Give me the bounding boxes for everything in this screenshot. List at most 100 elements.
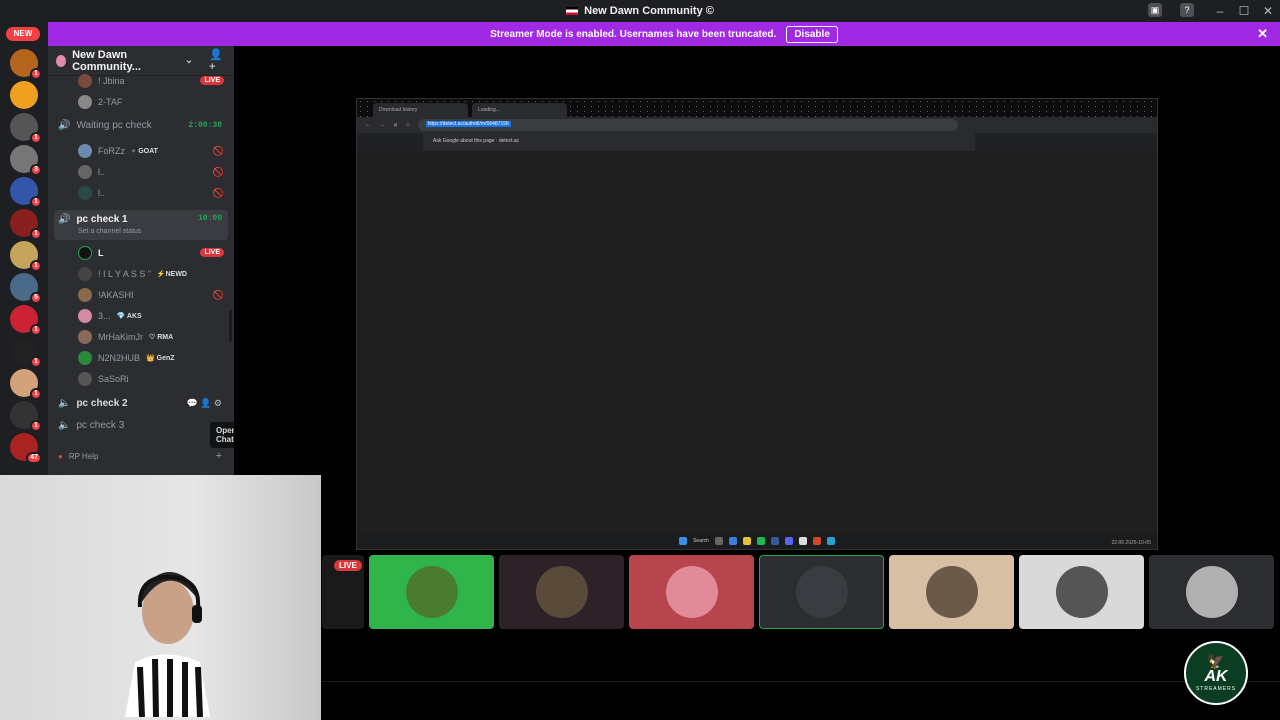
- live-badge: LIVE: [200, 76, 224, 85]
- app-icon[interactable]: [714, 537, 723, 545]
- channel-sidebar: New Dawn Community... ⌄ 👤+ ! Jbina LIVE …: [48, 46, 234, 476]
- server-icon[interactable]: 1: [10, 305, 42, 336]
- webcam-overlay: [0, 475, 321, 720]
- category-rp-help[interactable]: ● RP Help +: [54, 450, 228, 462]
- voice-user[interactable]: N2N2HUB 👑 GenZ: [78, 349, 175, 367]
- back-icon[interactable]: ←: [365, 122, 371, 128]
- disable-button[interactable]: Disable: [786, 25, 838, 43]
- scrollbar[interactable]: [229, 310, 232, 342]
- browser-tabs: Download history Loading...: [357, 99, 1157, 117]
- voice-user[interactable]: ! I L Y A S S ” ⚡NEWD: [78, 265, 187, 283]
- tooltip-open-chat: Open Chat: [210, 422, 234, 448]
- mention-count-badge: 1: [30, 228, 42, 240]
- avatar: [1055, 566, 1108, 618]
- mention-count-badge: 1: [30, 388, 42, 400]
- invite-icon[interactable]: 👤+: [209, 48, 226, 73]
- server-icon[interactable]: 47: [10, 433, 42, 464]
- tray-clock: 22:00 2025-10-05: [1111, 540, 1151, 546]
- speaker-icon: 🔈: [58, 420, 71, 431]
- close-window-icon[interactable]: ✕: [1256, 4, 1280, 18]
- address-bar[interactable]: https://detect.ac/auth/dl/rn/06487156: [417, 119, 958, 131]
- omnibox-suggestion[interactable]: Ask Google about this page · detect.ac: [423, 133, 975, 151]
- voice-user[interactable]: L: [78, 244, 104, 262]
- voice-channel-pc-check-1[interactable]: 🔊 pc check 1 10:00 Set a channel status: [54, 210, 228, 240]
- avatar: [78, 74, 92, 88]
- avatar: [405, 566, 458, 618]
- window-titlebar: New Dawn Community © ▣ ? – ☐ ✕: [0, 0, 1280, 22]
- server-icon[interactable]: 3: [10, 145, 42, 176]
- page-content: [357, 151, 1157, 533]
- server-icon[interactable]: 1: [10, 49, 42, 80]
- participant-tile[interactable]: [629, 555, 754, 629]
- minimize-icon[interactable]: –: [1208, 4, 1232, 18]
- server-icon[interactable]: 1: [10, 113, 42, 144]
- window-title: New Dawn Community ©: [584, 5, 714, 17]
- participant-tile[interactable]: [499, 555, 624, 629]
- mention-count-badge: 1: [30, 260, 42, 272]
- category-icon: ●: [58, 451, 63, 461]
- divider: [322, 681, 1280, 682]
- folder-icon[interactable]: [742, 537, 751, 545]
- close-icon[interactable]: ✕: [1257, 26, 1268, 42]
- voice-user[interactable]: !AKASHI: [78, 286, 134, 304]
- live-badge: LIVE: [334, 560, 362, 571]
- server-icon[interactable]: 5: [10, 273, 42, 304]
- avatar: [78, 95, 92, 109]
- help-icon[interactable]: ?: [1180, 3, 1194, 17]
- browser-tab[interactable]: Download history: [373, 103, 468, 117]
- muted-icon: 🚫: [212, 146, 224, 156]
- voice-user[interactable]: l..: [78, 163, 105, 181]
- taskbar-search[interactable]: Search: [693, 538, 709, 544]
- voice-user[interactable]: 3... 💎 AKS: [78, 307, 142, 325]
- chrome-icon[interactable]: [798, 537, 807, 545]
- forward-icon[interactable]: →: [379, 122, 385, 128]
- server-icon[interactable]: 1: [10, 209, 42, 240]
- muted-icon: 🚫: [212, 188, 224, 198]
- avatar: [78, 330, 92, 344]
- server-icon[interactable]: 1: [10, 241, 42, 272]
- server-icon[interactable]: 1: [10, 177, 42, 208]
- participant-tile[interactable]: [1019, 555, 1144, 629]
- new-badge: NEW: [6, 27, 40, 41]
- voice-user[interactable]: ! Jbina: [78, 72, 125, 90]
- voice-user[interactable]: SaSoRi: [78, 370, 129, 388]
- mention-count-badge: 1: [30, 324, 42, 336]
- participant-tile[interactable]: [889, 555, 1014, 629]
- app-icon[interactable]: [812, 537, 821, 545]
- screenshare-window[interactable]: Download history Loading... ← → ✕ ⌂ http…: [356, 98, 1158, 550]
- mention-count-badge: 1: [30, 196, 42, 208]
- participant-tile[interactable]: [759, 555, 884, 629]
- voice-channel-pc-check-2[interactable]: 🔈 pc check 2 💬 👤 ⚙: [54, 398, 228, 409]
- voice-channel-pc-check-3[interactable]: 🔈 pc check 3: [54, 420, 228, 431]
- app-icon[interactable]: [728, 537, 737, 545]
- server-icon[interactable]: 1: [10, 401, 42, 432]
- voice-user[interactable]: 2-TAF: [78, 93, 122, 111]
- app-icon[interactable]: [770, 537, 779, 545]
- add-channel-icon[interactable]: +: [216, 450, 222, 462]
- voice-channel-waiting[interactable]: 🔊 Waiting pc check 2:00:30: [54, 120, 228, 131]
- server-icon[interactable]: [10, 81, 38, 109]
- chevron-down-icon: ⌄: [184, 55, 194, 66]
- participant-tile[interactable]: [369, 555, 494, 629]
- spotify-icon[interactable]: [756, 537, 765, 545]
- avatar: [78, 186, 92, 200]
- participant-tile[interactable]: [1149, 555, 1274, 629]
- server-header[interactable]: New Dawn Community... ⌄ 👤+: [48, 46, 234, 76]
- server-icon[interactable]: 1: [10, 337, 42, 368]
- start-icon[interactable]: [679, 537, 688, 545]
- browser-tab[interactable]: Loading...: [472, 103, 567, 117]
- channel-status[interactable]: Set a channel status: [78, 228, 141, 235]
- reload-icon[interactable]: ✕: [393, 122, 398, 129]
- streamer-webcam: [125, 571, 210, 717]
- discord-icon[interactable]: [784, 537, 793, 545]
- voice-user[interactable]: FoRZz ♅ GOAT: [78, 142, 158, 160]
- maximize-icon[interactable]: ☐: [1232, 4, 1256, 18]
- channel-action-icons[interactable]: 💬 👤 ⚙: [187, 398, 222, 409]
- voice-user[interactable]: l..: [78, 184, 105, 202]
- inbox-icon[interactable]: ▣: [1148, 3, 1162, 17]
- app-icon[interactable]: [826, 537, 835, 545]
- voice-user[interactable]: MrHaKimJr ♡ RMA: [78, 328, 173, 346]
- avatar: [78, 372, 92, 386]
- home-icon[interactable]: ⌂: [406, 122, 410, 128]
- server-icon[interactable]: 1: [10, 369, 42, 400]
